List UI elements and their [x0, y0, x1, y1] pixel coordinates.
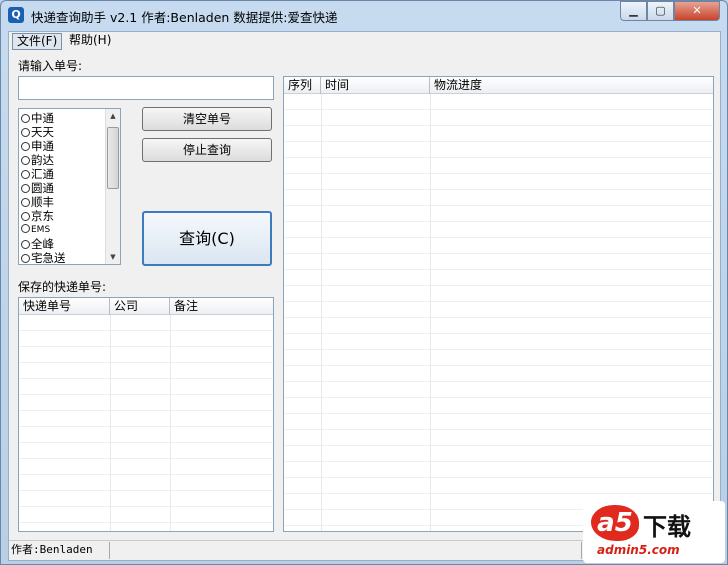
- window-title: 快递查询助手 v2.1 作者:Benladen 数据提供:爱查快递: [31, 10, 338, 25]
- minimize-icon: ▁: [629, 4, 638, 17]
- close-button[interactable]: ✕: [674, 1, 720, 21]
- table-gridlines: [284, 94, 713, 531]
- column-header[interactable]: 公司: [110, 298, 170, 315]
- radio-icon: [21, 212, 30, 221]
- column-divider: [170, 315, 171, 531]
- client-area: 文件(F) 帮助(H) 请输入单号: 中通 天天 申通 韵达 汇通 圆通 顺丰 …: [8, 31, 721, 561]
- minimize-button[interactable]: ▁: [620, 1, 647, 21]
- radio-icon: [21, 128, 30, 137]
- radio-icon: [21, 184, 30, 193]
- clear-number-button[interactable]: 清空单号: [142, 107, 272, 131]
- table-header: 快递单号 公司 备注: [19, 298, 273, 315]
- radio-icon: [21, 224, 30, 233]
- app-icon: Q: [8, 7, 24, 23]
- column-header[interactable]: 快递单号: [19, 298, 110, 315]
- courier-option[interactable]: 中通: [21, 111, 54, 125]
- menu-help[interactable]: 帮助(H): [65, 33, 115, 50]
- scroll-up-icon[interactable]: ▲: [106, 109, 120, 123]
- status-panel: [112, 542, 582, 559]
- stop-query-button[interactable]: 停止查询: [142, 138, 272, 162]
- courier-option[interactable]: 天天: [21, 125, 54, 139]
- saved-numbers-table[interactable]: 快递单号 公司 备注: [18, 297, 274, 532]
- column-divider: [110, 315, 111, 531]
- tracking-number-input[interactable]: [18, 76, 274, 100]
- courier-option[interactable]: 宅急送: [21, 251, 66, 264]
- table-header: 序列 时间 物流进度: [284, 77, 713, 94]
- radio-icon: [21, 198, 30, 207]
- radio-icon: [21, 240, 30, 249]
- courier-option[interactable]: 韵达: [21, 153, 54, 167]
- query-button[interactable]: 查询(C): [142, 211, 272, 266]
- courier-option[interactable]: 顺丰: [21, 195, 54, 209]
- watermark-logo: a5: [591, 505, 639, 541]
- courier-option[interactable]: 申通: [21, 139, 54, 153]
- status-author: 作者:Benladen: [10, 542, 110, 559]
- close-icon: ✕: [692, 4, 702, 17]
- radio-icon: [21, 170, 30, 179]
- saved-numbers-label: 保存的快递单号:: [18, 280, 107, 294]
- courier-option[interactable]: EMS: [21, 223, 50, 237]
- column-header[interactable]: 时间: [321, 77, 430, 94]
- scroll-down-icon[interactable]: ▼: [106, 250, 120, 264]
- column-divider: [430, 94, 431, 531]
- courier-option[interactable]: 全峰: [21, 237, 54, 251]
- courier-option[interactable]: 京东: [21, 209, 54, 223]
- column-header[interactable]: 物流进度: [430, 77, 713, 94]
- menu-bar: 文件(F) 帮助(H): [9, 32, 720, 51]
- table-gridlines: [19, 315, 273, 531]
- column-header[interactable]: 序列: [284, 77, 321, 94]
- column-header[interactable]: 备注: [170, 298, 273, 315]
- courier-option[interactable]: 圆通: [21, 181, 54, 195]
- radio-icon: [21, 142, 30, 151]
- maximize-icon: ▢: [655, 4, 666, 17]
- column-divider: [321, 94, 322, 531]
- courier-option[interactable]: 汇通: [21, 167, 54, 181]
- courier-list-scrollbar[interactable]: ▲ ▼: [105, 109, 120, 264]
- app-window: Q 快递查询助手 v2.1 作者:Benladen 数据提供:爱查快递 ▁ ▢ …: [0, 0, 728, 565]
- menu-file[interactable]: 文件(F): [12, 33, 63, 50]
- tracking-number-label: 请输入单号:: [18, 59, 83, 73]
- watermark-url: admin5.com: [597, 543, 680, 557]
- watermark-title: 下载: [643, 513, 691, 541]
- tracking-results-table[interactable]: 序列 时间 物流进度: [283, 76, 714, 532]
- radio-icon: [21, 114, 30, 123]
- maximize-button[interactable]: ▢: [647, 1, 674, 21]
- watermark: a5 下载 admin5.com: [583, 501, 725, 563]
- scroll-thumb[interactable]: [107, 127, 119, 189]
- title-bar[interactable]: Q 快递查询助手 v2.1 作者:Benladen 数据提供:爱查快递 ▁ ▢ …: [1, 1, 727, 31]
- courier-list[interactable]: 中通 天天 申通 韵达 汇通 圆通 顺丰 京东 EMS 全峰 宅急送 ▲ ▼: [18, 108, 121, 265]
- radio-icon: [21, 156, 30, 165]
- radio-icon: [21, 254, 30, 263]
